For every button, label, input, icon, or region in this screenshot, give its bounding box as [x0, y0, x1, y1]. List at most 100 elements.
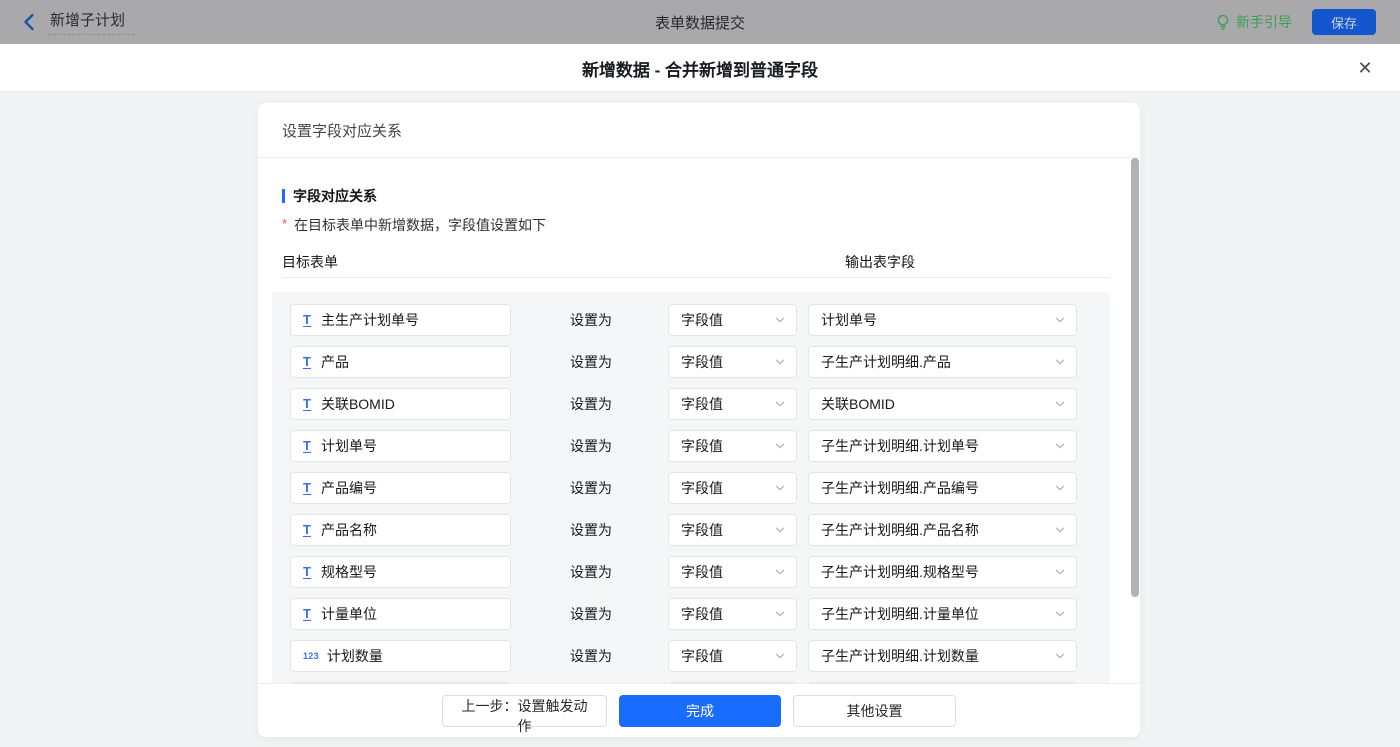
column-header-output: 输出表字段 [845, 252, 915, 272]
number-field-icon: 123 [303, 651, 319, 661]
vertical-scrollbar[interactable] [1131, 158, 1139, 597]
value-type-value: 字段值 [681, 436, 723, 456]
section-title: 字段对应关系 [293, 186, 377, 206]
value-type-value: 字段值 [681, 394, 723, 414]
value-type-select[interactable]: 字段值 [668, 304, 797, 336]
target-field-box[interactable]: T关联BOMID [290, 388, 511, 420]
chevron-down-icon [774, 356, 786, 368]
chevron-down-icon [1054, 398, 1066, 410]
value-type-select[interactable]: 字段值 [668, 346, 797, 378]
dialog-titlebar: 新增数据 - 合并新增到普通字段 ✕ [0, 44, 1400, 92]
value-type-value: 字段值 [681, 478, 723, 498]
other-settings-button[interactable]: 其他设置 [793, 695, 956, 727]
value-type-select[interactable]: 字段值 [668, 430, 797, 462]
value-type-value: 字段值 [681, 520, 723, 540]
value-type-value: 字段值 [681, 310, 723, 330]
target-field-label: 产品名称 [321, 520, 377, 540]
output-field-select[interactable]: 子生产计划明细.产品 [808, 346, 1077, 378]
text-field-icon: T [303, 313, 311, 327]
set-as-label: 设置为 [570, 635, 612, 677]
mapping-row: T 计量单位 设置为 字段值 子生产计划明细.计量单位 [272, 593, 1110, 635]
mapping-row: T产品编号设置为字段值子生产计划明细.产品编号 [272, 467, 1110, 509]
output-field-value: 子生产计划明细.计划数量 [821, 646, 979, 666]
close-icon[interactable]: ✕ [1354, 57, 1376, 79]
output-field-select[interactable]: 子生产计划明细.产品名称 [808, 514, 1077, 546]
value-type-select[interactable]: 字段值 [668, 556, 797, 588]
output-field-select[interactable]: 子生产计划明细.产品编号 [808, 472, 1077, 504]
chevron-down-icon [1054, 650, 1066, 662]
value-type-select[interactable]: 字段值 [668, 472, 797, 504]
value-type-select[interactable]: 字段值 [668, 598, 797, 630]
section-description: 在目标表单中新增数据，字段值设置如下 [294, 215, 546, 235]
panel-body: 字段对应关系 * 在目标表单中新增数据，字段值设置如下 目标表单 输出表字段 T… [258, 158, 1140, 683]
chevron-down-icon [1054, 440, 1066, 452]
set-as-label: 设置为 [570, 383, 612, 425]
topbar-center-title: 表单数据提交 [0, 12, 1400, 33]
mapping-row: T主生产计划单号 设置为 字段值 计划单号 [272, 299, 1110, 341]
dialog-title: 新增数据 - 合并新增到普通字段 [0, 44, 1400, 92]
target-field-box[interactable]: T 产品 [290, 346, 511, 378]
guide-label: 新手引导 [1236, 12, 1292, 32]
chevron-down-icon [774, 608, 786, 620]
save-button[interactable]: 保存 [1312, 9, 1376, 35]
value-type-select[interactable]: 字段值 [668, 514, 797, 546]
set-as-label: 设置为 [570, 551, 612, 593]
text-field-icon: T [303, 481, 311, 495]
chevron-down-icon [774, 440, 786, 452]
chevron-down-icon [1054, 314, 1066, 326]
required-mark: * [282, 216, 287, 231]
chevron-down-icon [774, 482, 786, 494]
target-field-label: 计量单位 [321, 604, 377, 624]
output-field-select[interactable]: 子生产计划明细.计划数量 [808, 640, 1077, 672]
mapping-row: T关联BOMID 设置为 字段值 关联BOMID [272, 383, 1110, 425]
output-field-value: 子生产计划明细.计量单位 [821, 604, 979, 624]
target-field-label: 产品 [321, 352, 349, 372]
set-as-label: 设置为 [570, 593, 612, 635]
mapping-row: T产品名称 设置为 字段值 子生产计划明细.产品名称 [272, 509, 1110, 551]
target-field-box[interactable]: 123 计划数量 [290, 640, 511, 672]
chevron-down-icon [1054, 566, 1066, 578]
output-field-select[interactable]: 子生产计划明细.计量单位 [808, 598, 1077, 630]
chevron-down-icon [1054, 524, 1066, 536]
target-field-label: 计划数量 [327, 646, 383, 666]
target-field-box[interactable]: T 计量单位 [290, 598, 511, 630]
chevron-down-icon [774, 566, 786, 578]
target-field-box[interactable]: T规格型号 [290, 556, 511, 588]
value-type-value: 字段值 [681, 352, 723, 372]
value-type-select[interactable]: 字段值 [668, 388, 797, 420]
field-mapping-panel: 设置字段对应关系 字段对应关系 * 在目标表单中新增数据，字段值设置如下 目标表… [258, 103, 1140, 737]
output-field-value: 子生产计划明细.产品 [821, 352, 951, 372]
output-field-value: 子生产计划明细.产品名称 [821, 520, 979, 540]
target-field-label: 计划单号 [321, 436, 377, 456]
output-field-value: 计划单号 [821, 310, 877, 330]
set-as-label: 设置为 [570, 299, 612, 341]
previous-step-button[interactable]: 上一步：设置触发动作 [442, 695, 607, 727]
output-field-select[interactable]: 子生产计划明细.规格型号 [808, 556, 1077, 588]
text-field-icon: T [303, 397, 311, 411]
text-field-icon: T [303, 355, 311, 369]
top-app-bar: 新增子计划 表单数据提交 新手引导 保存 [0, 0, 1400, 44]
value-type-value: 字段值 [681, 562, 723, 582]
set-as-label: 设置为 [570, 341, 612, 383]
mapping-row: T规格型号 设置为 字段值 子生产计划明细.规格型号 [272, 551, 1110, 593]
output-field-select[interactable]: 计划单号 [808, 304, 1077, 336]
output-field-value: 子生产计划明细.计划单号 [821, 436, 979, 456]
column-header-target: 目标表单 [282, 254, 338, 270]
output-field-select[interactable]: 关联BOMID [808, 388, 1077, 420]
output-field-value: 关联BOMID [821, 394, 895, 414]
text-field-icon: T [303, 439, 311, 453]
chevron-down-icon [774, 650, 786, 662]
target-field-box[interactable]: T主生产计划单号 [290, 304, 511, 336]
value-type-value: 字段值 [681, 646, 723, 666]
output-field-select[interactable]: 子生产计划明细.计划单号 [808, 430, 1077, 462]
mapping-row: T 产品 设置为 字段值 子生产计划明细.产品 [272, 341, 1110, 383]
beginner-guide-link[interactable]: 新手引导 [1216, 12, 1292, 32]
text-field-icon: T [303, 607, 311, 621]
target-field-box[interactable]: T产品名称 [290, 514, 511, 546]
done-button[interactable]: 完成 [619, 695, 781, 727]
set-as-label: 设置为 [570, 509, 612, 551]
value-type-select[interactable]: 字段值 [668, 640, 797, 672]
section-accent-bar [282, 189, 285, 203]
target-field-box[interactable]: T产品编号 [290, 472, 511, 504]
target-field-box[interactable]: T 计划单号 [290, 430, 511, 462]
